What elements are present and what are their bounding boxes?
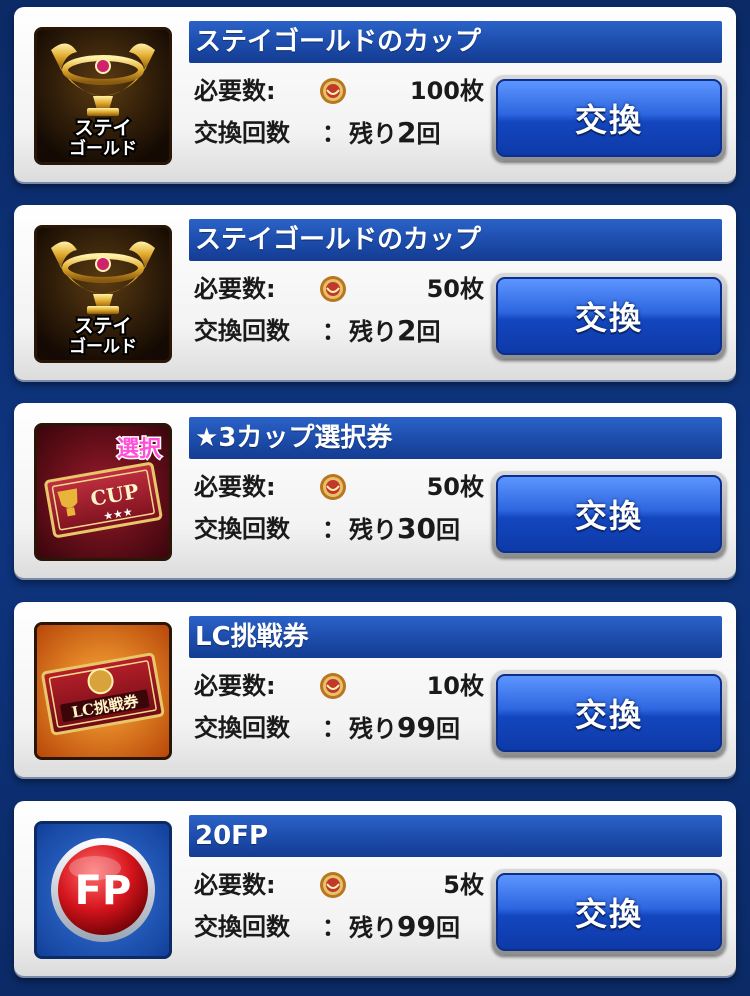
remaining-row: 交換回数 ： 残り2回	[194, 311, 489, 351]
fp-icon: FP	[34, 821, 172, 959]
remaining-value: 残り99回	[349, 910, 460, 943]
exchange-list: ステイ ゴールド ステイゴールドのカップ 必要数: 100枚 交換回数 ： 残り…	[0, 0, 750, 996]
exchange-item: FP 20FP 必要数: 5枚 交換回数 ： 残り99回 交換	[14, 801, 736, 976]
remaining-row: 交換回数 ： 残り99回	[194, 708, 489, 748]
remaining-value: 残り99回	[349, 711, 460, 744]
svg-text:ゴールド: ゴールド	[69, 336, 137, 357]
stay-gold-cup-icon: ステイ ゴールド	[34, 225, 172, 363]
colon: ：	[322, 515, 346, 543]
medal-icon	[320, 872, 346, 898]
svg-text:FP: FP	[75, 868, 132, 914]
medal-icon	[320, 673, 346, 699]
required-label: 必要数:	[194, 871, 276, 899]
required-value: 100枚	[409, 77, 484, 105]
exchange-button-label: 交換	[496, 277, 722, 355]
required-row: 必要数: 50枚	[194, 467, 484, 507]
item-title: ステイゴールドのカップ	[189, 21, 722, 63]
required-row: 必要数: 50枚	[194, 269, 484, 309]
svg-text:選択: 選択	[117, 437, 162, 462]
medal-icon	[320, 474, 346, 500]
exchange-button-label: 交換	[496, 475, 722, 553]
lc-challenge-ticket-icon: LC挑戦券	[34, 622, 172, 760]
required-row: 必要数: 100枚	[194, 71, 484, 111]
item-title: LC挑戦券	[189, 616, 722, 658]
colon: ：	[322, 317, 346, 345]
medal-icon	[320, 78, 346, 104]
remaining-value: 残り2回	[349, 314, 441, 347]
item-title: ★3カップ選択券	[189, 417, 722, 459]
svg-text:ステイ: ステイ	[74, 315, 131, 337]
exchange-count-label: 交換回数	[194, 119, 290, 147]
exchange-button-label: 交換	[496, 674, 722, 752]
required-value: 50枚	[426, 473, 484, 501]
exchange-count-label: 交換回数	[194, 714, 290, 742]
exchange-count-label: 交換回数	[194, 515, 290, 543]
exchange-item: LC挑戦券 LC挑戦券 必要数: 10枚 交換回数 ： 残り99回 交換	[14, 602, 736, 777]
remaining-row: 交換回数 ： 残り30回	[194, 509, 489, 549]
exchange-button[interactable]: 交換	[492, 869, 726, 955]
colon: ：	[322, 714, 346, 742]
exchange-item: CUP ★★★ 選択 ★3カップ選択券 必要数: 50枚 交換回数 ： 残り30…	[14, 403, 736, 578]
remaining-value: 残り30回	[349, 512, 460, 545]
exchange-item: ステイ ゴールド ステイゴールドのカップ 必要数: 100枚 交換回数 ： 残り…	[14, 7, 736, 182]
required-label: 必要数:	[194, 672, 276, 700]
medal-icon	[320, 276, 346, 302]
exchange-count-label: 交換回数	[194, 317, 290, 345]
required-label: 必要数:	[194, 275, 276, 303]
remaining-row: 交換回数 ： 残り99回	[194, 907, 489, 947]
remaining-row: 交換回数 ： 残り2回	[194, 113, 489, 153]
required-row: 必要数: 10枚	[194, 666, 484, 706]
svg-text:ステイ: ステイ	[74, 117, 131, 139]
cup-select-ticket-icon: CUP ★★★ 選択	[34, 423, 172, 561]
required-label: 必要数:	[194, 473, 276, 501]
exchange-button[interactable]: 交換	[492, 75, 726, 161]
exchange-count-label: 交換回数	[194, 913, 290, 941]
svg-text:ゴールド: ゴールド	[69, 138, 137, 159]
exchange-button[interactable]: 交換	[492, 471, 726, 557]
item-title: 20FP	[189, 815, 722, 857]
exchange-button-label: 交換	[496, 79, 722, 157]
remaining-value: 残り2回	[349, 116, 441, 149]
colon: ：	[322, 913, 346, 941]
required-value: 50枚	[426, 275, 484, 303]
exchange-button[interactable]: 交換	[492, 273, 726, 359]
item-title: ステイゴールドのカップ	[189, 219, 722, 261]
exchange-button-label: 交換	[496, 873, 722, 951]
stay-gold-cup-icon: ステイ ゴールド	[34, 27, 172, 165]
colon: ：	[322, 119, 346, 147]
exchange-item: ステイ ゴールド ステイゴールドのカップ 必要数: 50枚 交換回数 ： 残り2…	[14, 205, 736, 380]
required-value: 5枚	[443, 871, 484, 899]
exchange-button[interactable]: 交換	[492, 670, 726, 756]
required-label: 必要数:	[194, 77, 276, 105]
required-row: 必要数: 5枚	[194, 865, 484, 905]
required-value: 10枚	[426, 672, 484, 700]
